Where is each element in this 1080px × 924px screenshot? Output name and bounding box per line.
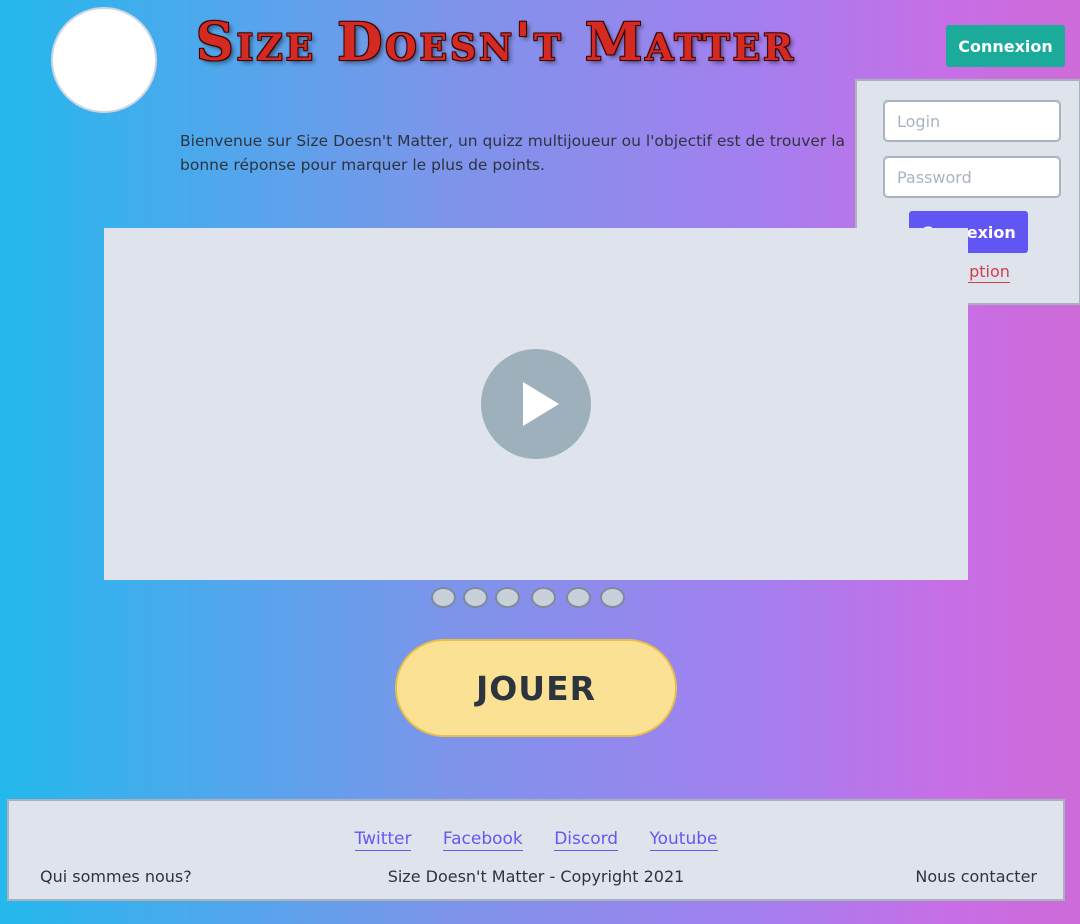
carousel-dot-6[interactable]: [600, 587, 625, 608]
discord-link[interactable]: Discord: [554, 829, 619, 851]
header-connexion-button[interactable]: Connexion: [946, 25, 1065, 67]
play-game-button[interactable]: JOUER: [395, 639, 677, 737]
carousel-dot-2[interactable]: [463, 587, 488, 608]
about-link[interactable]: Qui sommes nous?: [40, 867, 192, 886]
video-player[interactable]: [104, 228, 968, 580]
password-input[interactable]: [883, 156, 1061, 198]
site-title: Size Doesn't Matter: [196, 12, 796, 73]
footer: Twitter Facebook Discord Youtube Size Do…: [7, 799, 1065, 901]
carousel-dot-1[interactable]: [431, 587, 456, 608]
carousel-dot-4[interactable]: [531, 587, 556, 608]
carousel-dot-3[interactable]: [495, 587, 520, 608]
login-input[interactable]: [883, 100, 1061, 142]
play-video-button[interactable]: [481, 349, 591, 459]
logo-avatar: [51, 7, 157, 113]
twitter-link[interactable]: Twitter: [354, 829, 412, 851]
carousel-dot-5[interactable]: [566, 587, 591, 608]
welcome-text: Bienvenue sur Size Doesn't Matter, un qu…: [180, 132, 846, 174]
social-links: Twitter Facebook Discord Youtube: [9, 829, 1063, 851]
facebook-link[interactable]: Facebook: [442, 829, 523, 851]
carousel-dots: [431, 587, 631, 611]
youtube-link[interactable]: Youtube: [649, 829, 718, 851]
play-icon: [523, 382, 559, 426]
contact-link[interactable]: Nous contacter: [915, 867, 1037, 886]
